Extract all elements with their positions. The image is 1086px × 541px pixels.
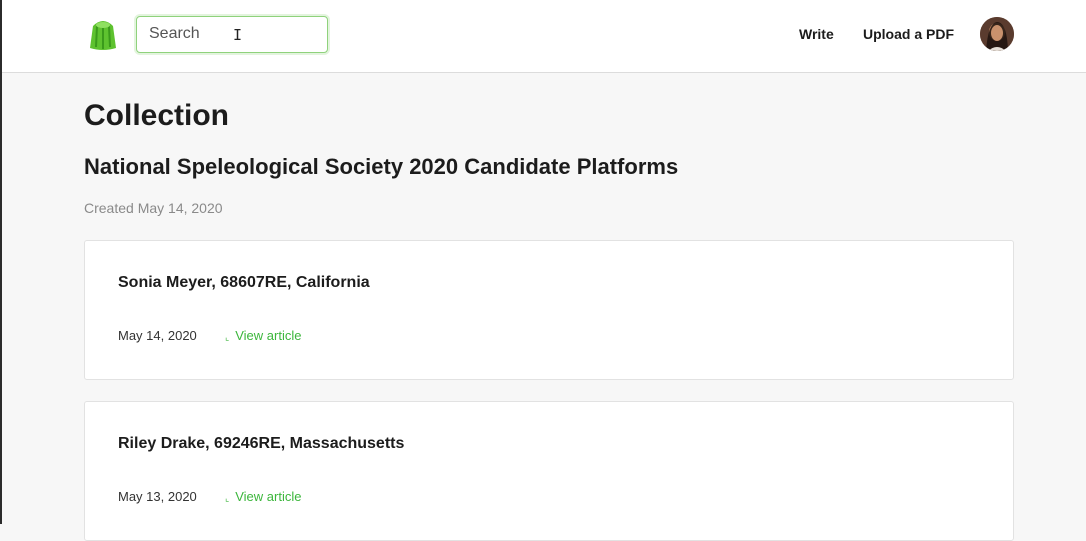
- view-article-label: View article: [235, 328, 302, 343]
- article-card[interactable]: Riley Drake, 69246RE, Massachusetts May …: [84, 401, 1014, 541]
- article-title[interactable]: Riley Drake, 69246RE, Massachusetts: [118, 435, 404, 453]
- view-article-link[interactable]: ⌞ View article: [225, 489, 301, 504]
- text-cursor-icon: I: [233, 26, 243, 44]
- view-article-link[interactable]: ⌞ View article: [225, 328, 301, 343]
- collection-title: National Speleological Society 2020 Cand…: [84, 154, 679, 179]
- window-edge: [0, 0, 2, 524]
- article-card[interactable]: Sonia Meyer, 68607RE, California May 14,…: [84, 240, 1014, 380]
- article-title[interactable]: Sonia Meyer, 68607RE, California: [118, 274, 370, 292]
- search-box[interactable]: I: [136, 16, 328, 53]
- upload-pdf-link[interactable]: Upload a PDF: [863, 26, 954, 42]
- article-date: May 13, 2020: [118, 489, 197, 504]
- top-navigation-bar: I Write Upload a PDF: [2, 0, 1086, 73]
- link-arrow-icon: ⌞: [225, 493, 230, 503]
- page-title: Collection: [84, 99, 230, 132]
- user-avatar[interactable]: [980, 17, 1014, 51]
- link-arrow-icon: ⌞: [225, 332, 230, 342]
- jelly-logo-icon[interactable]: [84, 16, 122, 54]
- view-article-label: View article: [235, 489, 302, 504]
- article-date: May 14, 2020: [118, 328, 197, 343]
- search-input[interactable]: [137, 17, 319, 50]
- avatar-image: [980, 17, 1014, 51]
- created-date: Created May 14, 2020: [84, 200, 223, 216]
- write-link[interactable]: Write: [799, 26, 834, 42]
